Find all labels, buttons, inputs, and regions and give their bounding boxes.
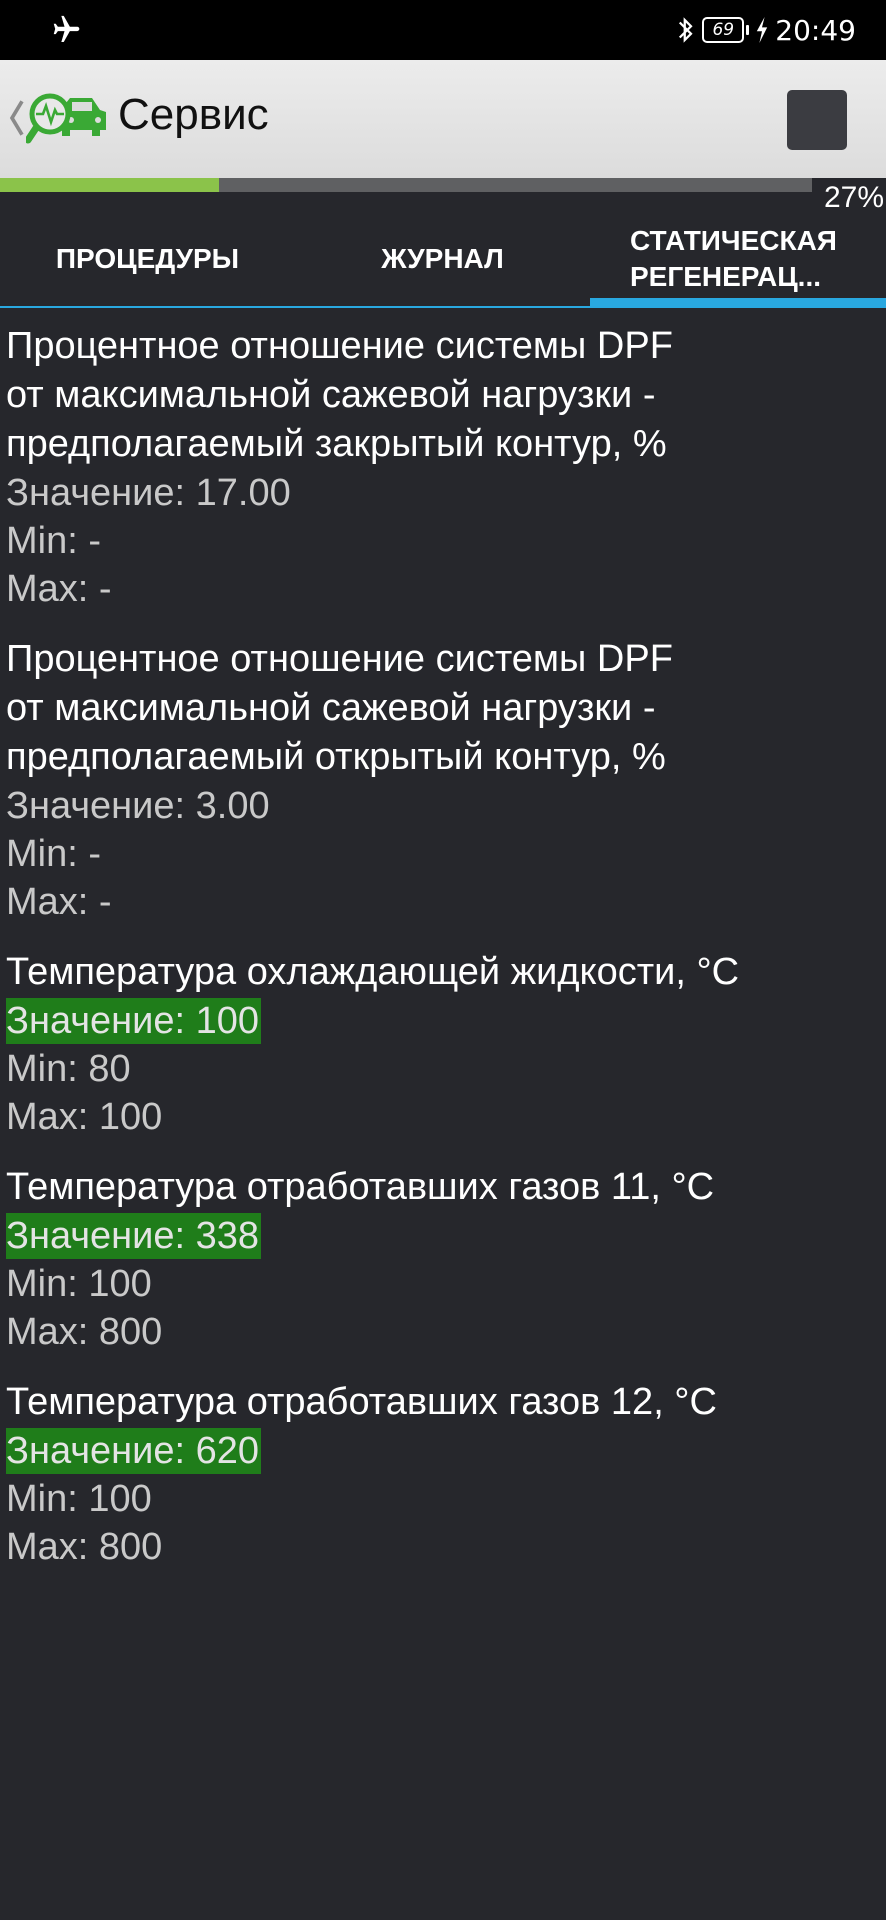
parameter-min: Min: - <box>6 833 101 875</box>
airplane-icon <box>53 15 80 42</box>
progress-bar <box>0 178 812 192</box>
parameter-min: Min: 100 <box>6 1478 152 1520</box>
battery-level: 69 <box>702 17 745 43</box>
status-indicators: 69 20:49 <box>676 0 856 60</box>
tab-procedures[interactable]: ПРОЦЕДУРЫ <box>0 210 295 308</box>
tab-bar: ПРОЦЕДУРЫ ЖУРНАЛ СТАТИЧЕСКАЯ РЕГЕНЕРАЦ..… <box>0 210 886 308</box>
parameter-value: Значение: 3.00 <box>6 785 270 827</box>
charging-bolt-icon <box>757 17 768 43</box>
parameter-title: Температура охлаждающей жидкости, °C <box>6 951 740 993</box>
parameter-min: Min: 100 <box>6 1263 152 1305</box>
back-chevron-icon[interactable] <box>8 98 26 138</box>
tab-label-line1: СТАТИЧЕСКАЯ <box>630 225 837 256</box>
parameter-list: Процентное отношение системы DPF от макс… <box>6 322 882 1593</box>
parameter-title: Процентное отношение системы DPF от макс… <box>6 325 673 465</box>
tab-label-line2: РЕГЕНЕРАЦ... <box>630 261 822 292</box>
status-time: 20:49 <box>775 13 856 47</box>
selected-tab-indicator <box>590 298 886 308</box>
list-item: Процентное отношение системы DPF от макс… <box>6 322 882 613</box>
car-diagnostics-logo-icon[interactable] <box>26 86 110 152</box>
parameter-max: Max: 800 <box>6 1526 163 1568</box>
list-item: Температура отработавших газов 11, °C Зн… <box>6 1163 882 1356</box>
parameter-value: Значение: 620 <box>6 1428 262 1474</box>
parameter-min: Min: 80 <box>6 1048 131 1090</box>
parameter-max: Max: 800 <box>6 1311 163 1353</box>
stop-button[interactable] <box>787 90 847 150</box>
parameter-value: Значение: 100 <box>6 998 262 1044</box>
list-item: Температура охлаждающей жидкости, °C Зна… <box>6 948 882 1141</box>
bluetooth-icon <box>679 17 693 43</box>
tab-static-regeneration[interactable]: СТАТИЧЕСКАЯ РЕГЕНЕРАЦ... <box>590 210 886 308</box>
page-title: Сервис <box>118 90 269 139</box>
progress-fill <box>0 178 220 192</box>
parameter-title: Температура отработавших газов 12, °C <box>6 1381 717 1423</box>
parameter-max: Max: - <box>6 568 112 610</box>
parameter-max: Max: - <box>6 881 112 923</box>
list-item: Процентное отношение системы DPF от макс… <box>6 635 882 926</box>
parameter-value: Значение: 338 <box>6 1213 262 1259</box>
status-bar: 69 20:49 <box>0 0 886 60</box>
parameter-value: Значение: 17.00 <box>6 472 291 514</box>
app-bar: Сервис <box>0 60 886 178</box>
parameter-min: Min: - <box>6 520 101 562</box>
battery-icon: 69 <box>702 17 750 43</box>
list-item: Температура отработавших газов 12, °C Зн… <box>6 1378 882 1571</box>
tab-journal[interactable]: ЖУРНАЛ <box>295 210 590 308</box>
parameter-title: Процентное отношение системы DPF от макс… <box>6 638 673 778</box>
parameter-title: Температура отработавших газов 11, °C <box>6 1166 715 1208</box>
parameter-max: Max: 100 <box>6 1096 163 1138</box>
